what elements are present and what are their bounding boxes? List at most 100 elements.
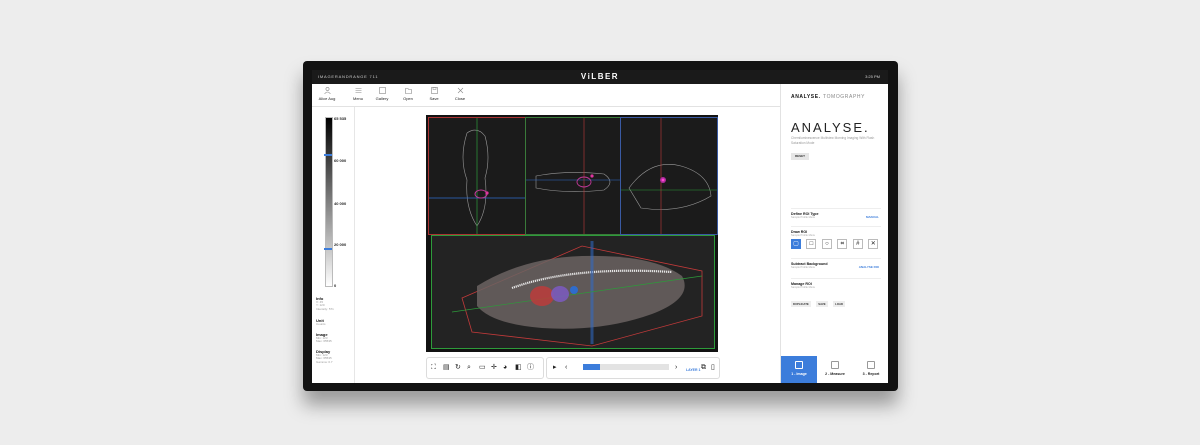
previous-icon[interactable]: ‹ [565, 363, 567, 373]
brand-logo: ViLBER [580, 72, 620, 81]
zoom-icon[interactable]: ⌕ [467, 363, 471, 373]
contrast-icon[interactable]: ◧ [515, 363, 522, 373]
ruler-icon[interactable]: ▭ [479, 363, 486, 373]
display-group: Display Min: 123 Max: 65535 Gamma: 0.7 [316, 350, 333, 364]
top-bar: IMAGERANDRANGE 711 ViLBER 3:25 PM [312, 70, 888, 84]
measure-step-icon [831, 361, 839, 369]
ellipse-roi-button[interactable]: ○ [821, 239, 832, 249]
scale-label: 40 000 [334, 201, 347, 206]
rectangle-roi-button[interactable]: □ [806, 239, 817, 249]
report-step-icon [867, 361, 875, 369]
step-label: 3 - Report [862, 372, 880, 376]
panel-description: Chemiluminescence Multiview Morning Imag… [791, 136, 875, 145]
view-pane-front[interactable] [428, 117, 526, 235]
clock: 3:25 PM [865, 74, 880, 79]
duplicate-button[interactable]: DUPLICATE [791, 301, 811, 307]
close-icon [457, 87, 463, 94]
fullscreen-icon[interactable]: ⛶ [431, 363, 436, 373]
step-label: 1 - Image [791, 372, 807, 376]
step-report[interactable]: 3 - Report [853, 356, 888, 383]
workflow-steps: 1 - Image 2 - Measure 3 - Report [781, 356, 888, 383]
tab-tomography[interactable]: TOMOGRAPHY [823, 94, 865, 100]
view-pane-3d[interactable] [431, 235, 715, 349]
tab-analyse[interactable]: ANALYSE. [791, 94, 821, 100]
close-button[interactable]: Close [449, 86, 471, 101]
export-icon[interactable]: ⧉ [701, 363, 706, 373]
image-line: Max: 65535 [316, 339, 332, 344]
frame-progress[interactable] [583, 364, 669, 370]
info-group: Info X: 45 Y: 120 Intensity: 571 [316, 297, 334, 311]
info-line: Intensity: 571 [316, 306, 334, 311]
document-icon[interactable]: ▤ [443, 363, 450, 373]
person-icon [323, 87, 331, 94]
menu-icon [355, 88, 361, 93]
image-step-icon [795, 361, 803, 369]
palette-icon[interactable]: ◕ [503, 363, 507, 373]
define-roi-section: Define ROI Type Sample Profile Menu MANU… [791, 208, 881, 225]
save-button[interactable]: Save [423, 86, 445, 101]
manage-roi-section: Manage ROI Sample Profile Menu DUPLICATE… [791, 278, 881, 307]
view-tools-group: ⛶ ▤ ↻ ⌕ ▭ ✛ ◕ ◧ ⓘ [426, 357, 544, 379]
trash-icon[interactable]: ▯ [711, 363, 715, 373]
main-toolbar: Alice Aug Menu Gallery Open Save Close [312, 84, 780, 107]
intensity-scale [325, 117, 333, 287]
rotate-icon[interactable]: ↻ [455, 363, 461, 373]
menu-button[interactable]: Menu [347, 86, 369, 101]
step-label: 2 - Measure [825, 372, 845, 376]
panel-title: ANALYSE. [791, 120, 870, 135]
scale-label: 65 535 [334, 116, 347, 121]
info-icon[interactable]: ⓘ [527, 363, 534, 373]
top-projection [621, 118, 717, 234]
scale-label: 20 000 [334, 242, 347, 247]
layer-selector[interactable]: LAYER 1 [686, 365, 700, 375]
progress-fill [583, 364, 601, 370]
manage-roi-subtitle: Sample Profile Menu [791, 286, 816, 289]
3d-render [451, 241, 703, 347]
unit-group: Unit Counts [316, 319, 326, 326]
image-viewer[interactable] [426, 115, 718, 352]
load-roi-button[interactable]: LOAD [833, 301, 846, 307]
draw-roi-subtitle: Sample Profile Menu [791, 234, 816, 237]
app-screen: IMAGERANDRANGE 711 ViLBER 3:25 PM Alice … [312, 70, 888, 383]
unit-line: Counts [316, 321, 326, 326]
freehand-roi-button[interactable]: ▢ [791, 239, 801, 249]
scale-min-handle[interactable] [324, 248, 332, 250]
gallery-label: Gallery [375, 96, 389, 101]
viewer-toolbar: ⛶ ▤ ↻ ⌕ ▭ ✛ ◕ ◧ ⓘ ▸ ‹ › LAYER 1 ⧉ ▯ [426, 357, 720, 379]
close-label: Close [454, 96, 466, 101]
save-icon [430, 87, 438, 94]
scale-max-handle[interactable] [324, 154, 332, 156]
save-label: Save [429, 96, 439, 101]
step-image[interactable]: 1 - Image [781, 356, 817, 383]
image-group: Image Min: 123 Max: 65535 [316, 333, 332, 344]
display-line: Gamma: 0.7 [316, 359, 333, 364]
polygon-roi-button[interactable]: ⌗ [837, 239, 848, 249]
crosshair-icon[interactable]: ✛ [491, 363, 497, 373]
define-roi-select[interactable]: MANUAL [866, 215, 879, 219]
playback-group: ▸ ‹ › LAYER 1 ⧉ ▯ [546, 357, 720, 379]
intensity-sidebar: 65 535 60 000 40 000 20 000 0 Info X: 45… [312, 107, 355, 383]
play-icon[interactable]: ▸ [553, 363, 557, 373]
front-projection [429, 118, 525, 234]
analyse-roi-button[interactable]: ANALYSE ROI [859, 265, 879, 269]
magic-wand-icon[interactable]: ✕ [868, 239, 879, 249]
view-pane-top[interactable] [620, 117, 718, 235]
step-measure[interactable]: 2 - Measure [817, 356, 853, 383]
folder-icon [404, 88, 412, 94]
next-icon[interactable]: › [675, 363, 677, 373]
open-label: Open [403, 96, 413, 101]
view-pane-side[interactable] [525, 117, 621, 235]
reset-button[interactable]: RESET [791, 153, 809, 160]
menu-label: Menu [352, 96, 363, 101]
image-icon [378, 87, 386, 94]
user-button[interactable]: Alice Aug [316, 86, 338, 101]
user-label: Alice Aug [318, 96, 336, 101]
gallery-button[interactable]: Gallery [371, 86, 393, 101]
open-button[interactable]: Open [397, 86, 419, 101]
right-panel: ANALYSE. TOMOGRAPHY ANALYSE. Chemilumine… [780, 84, 888, 383]
grid-roi-button[interactable]: # [852, 239, 863, 249]
scale-label: 60 000 [334, 158, 347, 163]
subtract-background-section: Subtract Background Sample Profile Menu … [791, 258, 881, 275]
draw-roi-section: Draw ROI Sample Profile Menu ▢ □ ○ ⌗ # ✕ [791, 226, 881, 255]
save-roi-button[interactable]: SAVE [816, 301, 828, 307]
